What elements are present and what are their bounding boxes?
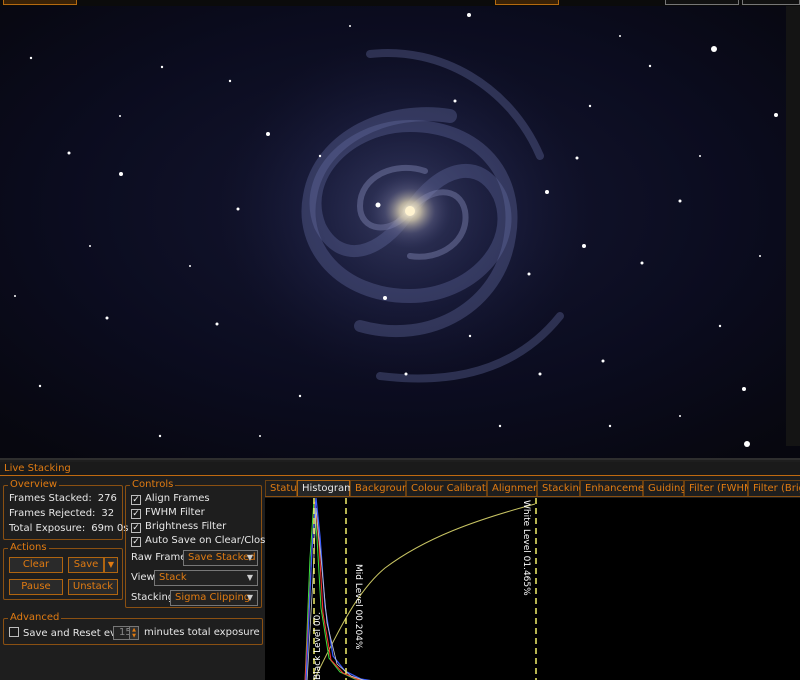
preview-scrollbar[interactable] [786,6,800,446]
minutes-stepper[interactable]: 15 ▲ ▼ [113,626,139,640]
toolbar-button[interactable] [495,0,559,5]
toolbar-field[interactable] [742,0,800,5]
fwhm-filter-label: FWHM Filter [145,507,205,518]
tab-enhancement[interactable]: Enhancement [580,480,654,496]
checkbox-box: ✓ [131,537,141,547]
controls-title: Controls [130,479,176,491]
checkbox-box: ✓ [131,523,141,533]
frames-stacked-row: Frames Stacked: 276 [9,493,117,505]
tab-histogram[interactable]: Histogram [297,480,354,496]
tab-filter-fwhm[interactable]: Filter (FWHM) [684,480,757,496]
chevron-down-icon: ▼ [246,573,253,582]
auto-save-label: Auto Save on Clear/Close [145,535,272,546]
tab-status[interactable]: Status [265,480,302,496]
frames-rejected-row: Frames Rejected: 32 [9,508,114,520]
advanced-group: Advanced Save and Reset every 15 ▲ ▼ minu… [3,612,263,645]
brightness-filter-label: Brightness Filter [145,521,227,532]
tab-filter-brightness[interactable]: Filter (Bright [748,480,800,496]
stacked-image-preview[interactable] [0,6,800,458]
checkbox-box: ✓ [131,495,141,505]
align-frames-checkbox[interactable]: ✓ Align Frames [131,492,210,505]
brightness-filter-checkbox[interactable]: ✓ Brightness Filter [131,520,226,533]
stepper-arrows[interactable]: ▲ ▼ [129,627,138,639]
controls-group: Controls ✓ Align Frames ✓ FWHM Filter ✓ Bri… [125,479,272,608]
fwhm-filter-checkbox[interactable]: ✓ FWHM Filter [131,506,205,519]
tab-background[interactable]: Background [350,480,415,496]
tab-colour-calibration[interactable]: Colour Calibration [406,480,501,496]
chevron-down-icon: ▼ [246,553,253,562]
checkbox-box: ✓ [131,509,141,519]
stacking-tabs: Status Histogram Background Colour Calib… [265,480,800,497]
mid-level-label: Mid Level 00.204% [353,564,363,650]
actions-title: Actions [8,542,49,554]
histogram-view[interactable]: Black Level 00. Mid Level 00.204% White … [265,498,800,680]
tab-stacking[interactable]: Stacking [537,480,585,496]
save-button[interactable]: Save [68,557,104,573]
stacking-select[interactable]: Sigma Clipping ▼ [170,590,258,606]
unstack-button[interactable]: Unstack [68,579,118,595]
align-frames-label: Align Frames [145,493,210,504]
frames-stacked-label: Frames Stacked: [9,493,92,504]
galaxy-image [0,6,800,458]
stacking-value: Sigma Clipping [175,592,251,603]
clear-button[interactable]: Clear [9,557,63,573]
frames-rejected-label: Frames Rejected: [9,508,96,519]
view-select[interactable]: Stack ▼ [154,570,258,586]
overview-title: Overview [8,479,60,491]
panel-title: Live Stacking [0,462,800,476]
white-level-label: White Level 01.465% [521,500,531,596]
black-level-label: Black Level 00. [313,612,323,680]
frames-rejected-value: 32 [101,508,115,519]
chevron-down-icon: ▼ [107,560,115,569]
tab-guiding[interactable]: Guiding [643,480,687,496]
total-exposure-value: 69m 0s [91,523,129,534]
total-exposure-label: Total Exposure: [9,523,86,534]
minutes-suffix: minutes total exposure [144,627,260,638]
overview-group: Overview Frames Stacked: 276 Frames Rejec… [3,479,128,540]
stepper-down-icon[interactable]: ▼ [130,633,138,639]
toolbar-button[interactable] [3,0,77,5]
frames-stacked-value: 276 [97,493,117,504]
raw-frames-value: Save Stacked [188,552,256,563]
checkbox-box [9,627,19,637]
tab-alignment[interactable]: Alignment [487,480,543,496]
advanced-title: Advanced [8,612,62,624]
live-stacking-panel: Live Stacking Overview Frames Stacked: 27… [0,458,800,680]
pause-button[interactable]: Pause [9,579,63,595]
raw-frames-select[interactable]: Save Stacked ▼ [183,550,258,566]
toolbar-field[interactable] [665,0,739,5]
save-options-dropdown[interactable]: ▼ [104,557,118,573]
histogram-plot: Black Level 00. Mid Level 00.204% White … [304,498,537,680]
view-value: Stack [159,572,187,583]
view-label: View [131,572,155,583]
actions-group: Actions Clear Save ▼ Pause Unstack [3,542,123,600]
auto-save-checkbox[interactable]: ✓ Auto Save on Clear/Close [131,534,272,547]
total-exposure-row: Total Exposure: 69m 0s [9,523,128,535]
stacking-label: Stacking [131,592,175,603]
chevron-down-icon: ▼ [246,593,253,602]
